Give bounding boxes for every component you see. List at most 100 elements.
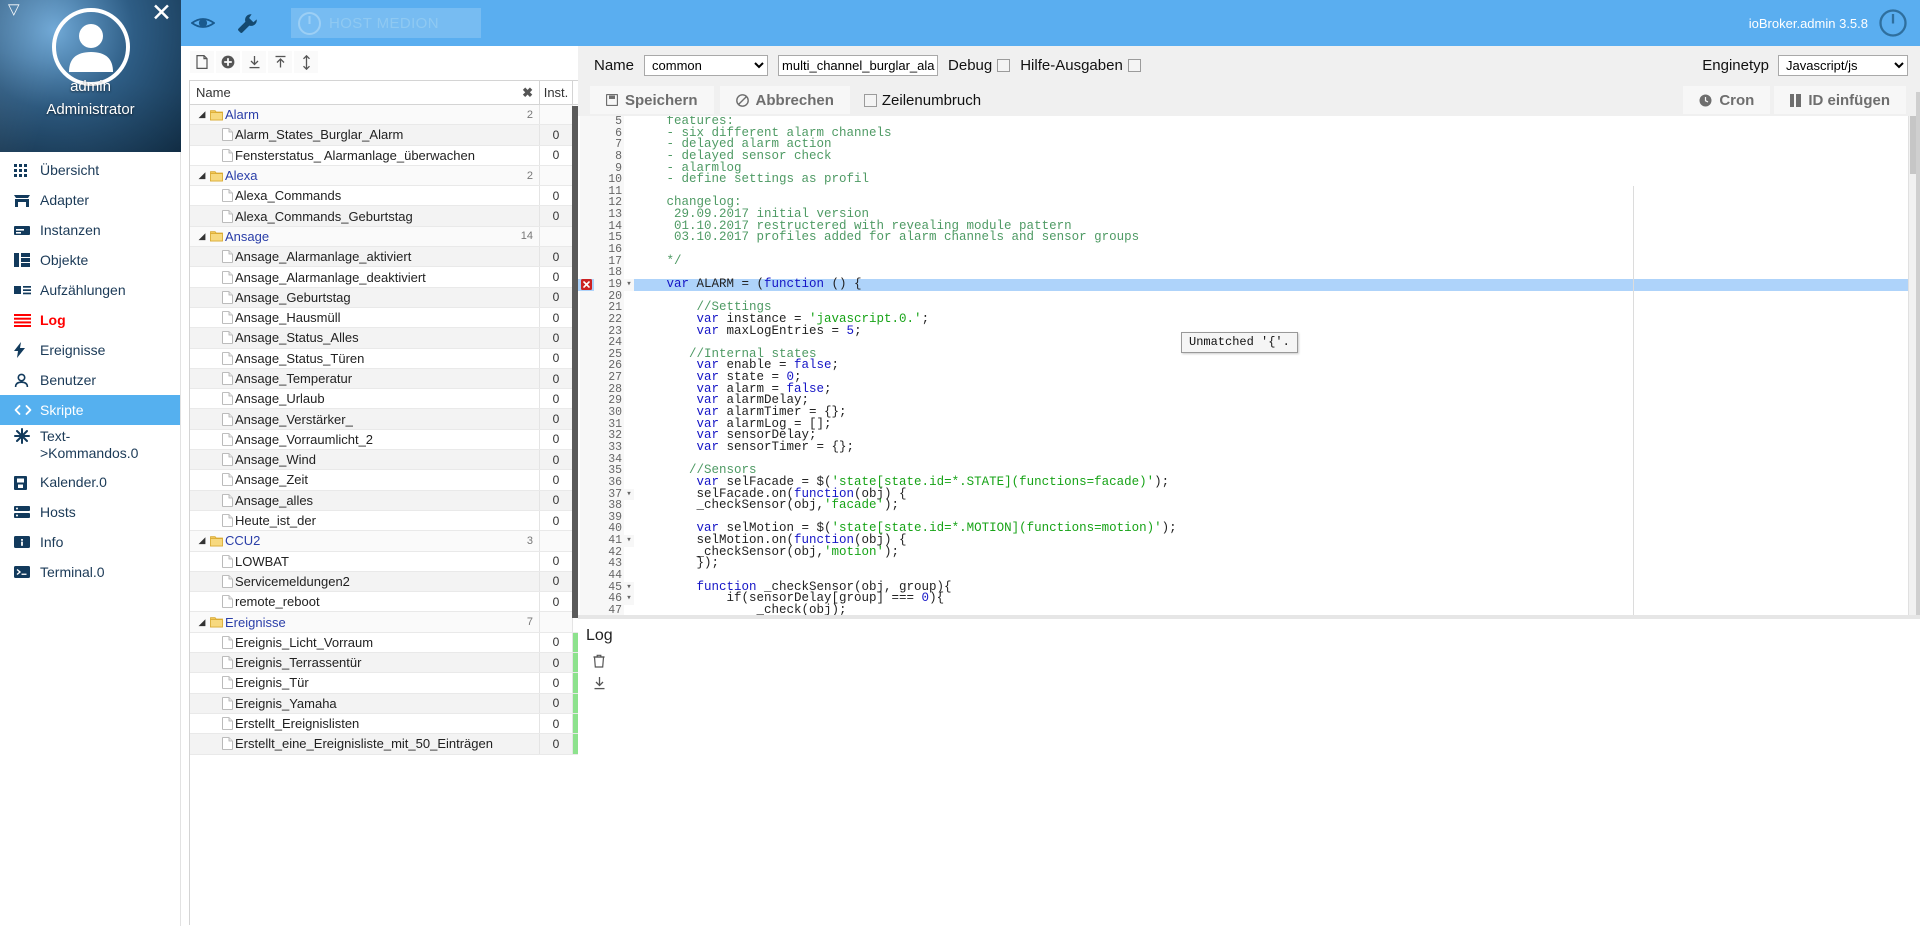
help-output-checkbox[interactable]: [1128, 59, 1141, 72]
enginetyp-select[interactable]: Javascript/js: [1778, 55, 1908, 76]
tree-row-name-cell[interactable]: Ansage_Alarmanlage_aktiviert: [190, 247, 539, 266]
add-folder-button[interactable]: [215, 50, 241, 74]
sidebar-item-hosts[interactable]: Hosts: [0, 497, 180, 527]
fold-toggle-icon[interactable]: ▾: [624, 593, 634, 605]
download-log-button[interactable]: [588, 673, 610, 693]
code-line[interactable]: 19▾ var ALARM = (function () {: [578, 279, 1920, 291]
tree-row-name-cell[interactable]: Ansage_alles: [190, 491, 539, 510]
tree-row-name-cell[interactable]: Ansage_Temperatur: [190, 369, 539, 388]
tree-row-name-cell[interactable]: Ansage_Wind: [190, 450, 539, 469]
tree-row-name-cell[interactable]: remote_reboot: [190, 592, 539, 611]
sidebar-item-info[interactable]: Info: [0, 527, 180, 557]
code-lines-container[interactable]: 5 features:6 - six different alarm chann…: [578, 116, 1920, 618]
close-icon[interactable]: ✕: [151, 1, 172, 26]
code-line[interactable]: 16: [578, 244, 1920, 256]
sidebar-item-aufzaehlungen[interactable]: Aufzählungen: [0, 275, 180, 305]
fold-toggle-icon[interactable]: ▾: [624, 535, 634, 547]
code-editor[interactable]: 5 features:6 - six different alarm chann…: [578, 116, 1920, 618]
save-button[interactable]: Speichern: [590, 86, 714, 114]
tree-row-name-cell[interactable]: Ereignis_Licht_Vorraum: [190, 633, 539, 652]
sidebar-item-kalender[interactable]: Kalender.0: [0, 467, 180, 497]
eye-icon[interactable]: [181, 0, 225, 46]
expand-collapse-button[interactable]: [293, 50, 319, 74]
sidebar-item-adapter[interactable]: Adapter: [0, 185, 180, 215]
expander-icon[interactable]: ◢: [194, 109, 210, 120]
sidebar-item-log[interactable]: Log: [0, 305, 180, 335]
tree-row-name-cell[interactable]: LOWBAT: [190, 552, 539, 571]
power-icon[interactable]: [1878, 8, 1908, 38]
tree-row-name-cell[interactable]: Ansage_Hausmüll: [190, 308, 539, 327]
fold-toggle-icon[interactable]: ▾: [624, 582, 634, 594]
code-line[interactable]: 8 - delayed sensor check: [578, 151, 1920, 163]
tree-row-name-cell[interactable]: ◢Alarm2: [190, 105, 539, 124]
tree-row-name-cell[interactable]: Ereignis_Tür: [190, 673, 539, 692]
expander-icon[interactable]: ◢: [194, 617, 210, 628]
code-line[interactable]: 15 03.10.2017 profiles added for alarm c…: [578, 232, 1920, 244]
tree-row-name-cell[interactable]: Ansage_Urlaub: [190, 389, 539, 408]
code-line[interactable]: 33 var sensorTimer = {};: [578, 442, 1920, 454]
code-line[interactable]: 42 _checkSensor(obj,'motion');: [578, 547, 1920, 559]
code-line[interactable]: 17 */: [578, 256, 1920, 268]
wrench-icon[interactable]: [225, 0, 269, 46]
tree-row-name-cell[interactable]: Alexa_Commands: [190, 186, 539, 205]
code-line[interactable]: 34: [578, 454, 1920, 466]
cron-button[interactable]: Cron: [1683, 86, 1770, 114]
tree-row-name-cell[interactable]: ◢CCU23: [190, 531, 539, 550]
dropdown-caret-icon[interactable]: ▽: [8, 2, 20, 17]
tree-row-name-cell[interactable]: Ansage_Alarmanlage_deaktiviert: [190, 267, 539, 286]
sidebar-item-terminal[interactable]: Terminal.0: [0, 557, 180, 587]
code-line[interactable]: 38 _checkSensor(obj,'facade');: [578, 500, 1920, 512]
fold-toggle-icon[interactable]: ▾: [624, 489, 634, 501]
sidebar-item-ereignisse[interactable]: Ereignisse: [0, 335, 180, 365]
code-line[interactable]: 43 });: [578, 558, 1920, 570]
sidebar-item-skripte[interactable]: Skripte: [0, 395, 180, 425]
code-line[interactable]: 11: [578, 186, 1920, 198]
sidebar-item-instanzen[interactable]: Instanzen: [0, 215, 180, 245]
expander-icon[interactable]: ◢: [194, 231, 210, 242]
tree-row-name-cell[interactable]: Ansage_Status_Alles: [190, 328, 539, 347]
wordwrap-checkbox[interactable]: [864, 94, 877, 107]
import-button[interactable]: [241, 50, 267, 74]
common-select[interactable]: common: [644, 55, 768, 76]
error-x-icon[interactable]: [578, 279, 594, 290]
host-selector[interactable]: HOST MEDION: [291, 8, 481, 38]
tree-row-name-cell[interactable]: Ansage_Verstärker_: [190, 409, 539, 428]
tree-row-name-cell[interactable]: Ereignis_Terrassentür: [190, 653, 539, 672]
code-line[interactable]: 20: [578, 291, 1920, 303]
log-splitter[interactable]: [578, 615, 1920, 619]
fold-toggle-icon[interactable]: ▾: [624, 279, 634, 291]
tree-row-name-cell[interactable]: Ansage_Vorraumlicht_2: [190, 430, 539, 449]
tree-row-name-cell[interactable]: Erstellt_Ereignislisten: [190, 714, 539, 733]
tree-row-name-cell[interactable]: Ansage_Geburtstag: [190, 288, 539, 307]
expander-icon[interactable]: ◢: [194, 535, 210, 546]
sidebar-item-objekte[interactable]: Objekte: [0, 245, 180, 275]
sidebar-item-uebersicht[interactable]: Übersicht: [0, 155, 180, 185]
tree-row-name-cell[interactable]: ◢Ereignisse7: [190, 612, 539, 631]
tree-row-name-cell[interactable]: Heute_ist_der: [190, 511, 539, 530]
debug-checkbox-wrap[interactable]: Debug: [948, 57, 1010, 74]
tree-row-name-cell[interactable]: Fensterstatus_ Alarmanlage_überwachen: [190, 146, 539, 165]
wordwrap-checkbox-wrap[interactable]: Zeilenumbruch: [864, 92, 981, 109]
tree-row-name-cell[interactable]: ◢Alexa2: [190, 166, 539, 185]
clear-filter-icon[interactable]: ✖: [522, 85, 533, 101]
export-button[interactable]: [267, 50, 293, 74]
script-name-input[interactable]: [778, 55, 938, 76]
cancel-button[interactable]: Abbrechen: [720, 86, 850, 114]
sidebar-item-benutzer[interactable]: Benutzer: [0, 365, 180, 395]
tree-row-name-cell[interactable]: Alexa_Commands_Geburtstag: [190, 206, 539, 225]
clear-log-button[interactable]: [588, 651, 610, 671]
code-line[interactable]: 10 - define settings as profil: [578, 174, 1920, 186]
debug-checkbox[interactable]: [997, 59, 1010, 72]
new-script-button[interactable]: [189, 50, 215, 74]
tree-row-name-cell[interactable]: Servicemeldungen2: [190, 572, 539, 591]
tree-row-name-cell[interactable]: Ansage_Status_Türen: [190, 349, 539, 368]
tree-row-name-cell[interactable]: ◢Ansage14: [190, 227, 539, 246]
expander-icon[interactable]: ◢: [194, 170, 210, 181]
tree-row-name-cell[interactable]: Ereignis_Yamaha: [190, 694, 539, 713]
help-output-checkbox-wrap[interactable]: Hilfe-Ausgaben: [1020, 57, 1141, 74]
tree-row-name-cell[interactable]: Erstellt_eine_Ereignisliste_mit_50_Eintr…: [190, 734, 539, 753]
tree-row-name-cell[interactable]: Ansage_Zeit: [190, 470, 539, 489]
tree-row-name-cell[interactable]: Alarm_States_Burglar_Alarm: [190, 125, 539, 144]
insert-id-button[interactable]: ID einfügen: [1774, 86, 1906, 114]
sidebar-item-text-kommandos[interactable]: Text- >Kommandos.0: [0, 425, 180, 467]
